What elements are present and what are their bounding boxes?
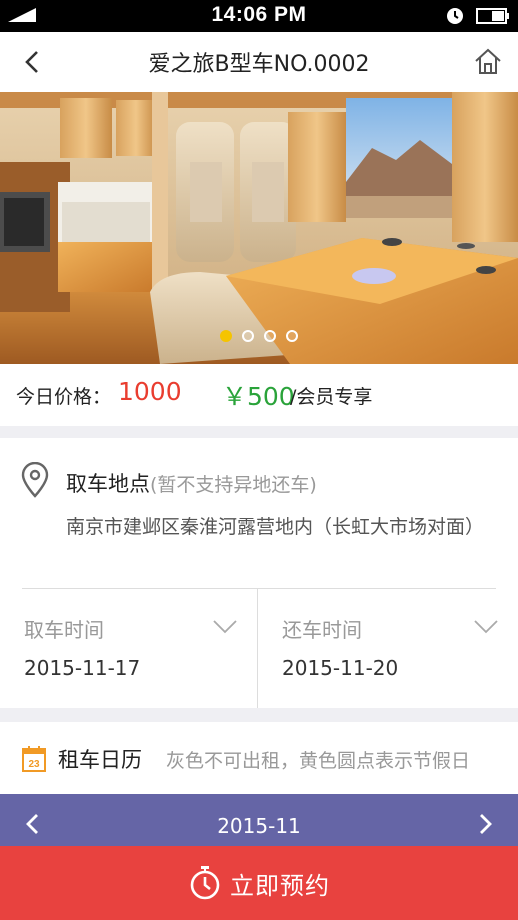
price-member-note: /会员专享 <box>290 386 373 408</box>
nav-bar: 爱之旅B型车NO.0002 <box>0 32 518 92</box>
price-row: 今日价格： 1000 ￥500 /会员专享 <box>0 364 518 426</box>
status-time: 14:06 PM <box>211 3 307 26</box>
book-now-button[interactable]: 立即预约 <box>0 846 518 920</box>
home-icon <box>475 48 501 74</box>
pickup-card: 取车地点(暂不支持异地还车) 南京市建邺区秦淮河露营地内（长虹大市场对面） 取车… <box>0 438 518 708</box>
home-button[interactable] <box>472 44 504 78</box>
chevron-down-icon <box>213 620 237 634</box>
status-bar: 14:06 PM <box>0 0 518 32</box>
pickup-address: 南京市建邺区秦淮河露营地内（长虹大市场对面） <box>66 516 485 538</box>
section-gap <box>0 426 518 438</box>
month-navigator: 2015-11 <box>0 794 518 852</box>
chevron-right-icon <box>480 814 492 834</box>
return-time-label: 还车时间 <box>282 618 362 642</box>
alarm-icon <box>447 8 463 24</box>
gallery-dot[interactable] <box>220 330 232 342</box>
rv-interior-photo <box>0 92 518 364</box>
stopwatch-icon <box>190 866 220 900</box>
gallery-image[interactable] <box>0 92 518 364</box>
rental-calendar-legend: 灰色不可出租，黄色圆点表示节假日 <box>166 750 471 772</box>
location-pin-icon <box>21 462 49 498</box>
pickup-time-value: 2015-11-17 <box>24 656 141 680</box>
gallery-dot[interactable] <box>286 330 298 342</box>
section-gap <box>0 708 518 722</box>
pickup-time-label: 取车时间 <box>24 618 104 642</box>
pickup-location-label: 取车地点 <box>66 472 150 496</box>
current-month: 2015-11 <box>217 814 301 838</box>
rental-calendar-header: 23 租车日历 灰色不可出租，黄色圆点表示节假日 <box>0 722 518 794</box>
gallery-dot[interactable] <box>264 330 276 342</box>
next-month-button[interactable] <box>472 810 500 838</box>
battery-icon <box>476 8 509 24</box>
pickup-time-selector[interactable]: 取车时间 2015-11-17 <box>0 588 257 708</box>
pickup-location-title: 取车地点(暂不支持异地还车) <box>66 468 317 498</box>
price-label: 今日价格： <box>16 386 112 408</box>
pickup-location-note: (暂不支持异地还车) <box>150 474 317 496</box>
rental-calendar-title: 租车日历 <box>58 748 142 772</box>
gallery-pager[interactable] <box>0 330 518 342</box>
page-title: 爱之旅B型车NO.0002 <box>148 52 370 77</box>
back-button[interactable] <box>14 44 50 80</box>
price-member: ￥500 <box>222 382 295 411</box>
return-time-value: 2015-11-20 <box>282 656 399 680</box>
chevron-left-icon <box>25 51 38 73</box>
gallery-dot[interactable] <box>242 330 254 342</box>
calendar-icon: 23 <box>22 746 46 772</box>
book-now-label: 立即预约 <box>230 871 330 900</box>
return-time-selector[interactable]: 还车时间 2015-11-20 <box>258 588 518 708</box>
price-today: 1000 <box>118 377 182 406</box>
calendar-icon-day: 23 <box>28 759 40 770</box>
chevron-down-icon <box>474 620 498 634</box>
